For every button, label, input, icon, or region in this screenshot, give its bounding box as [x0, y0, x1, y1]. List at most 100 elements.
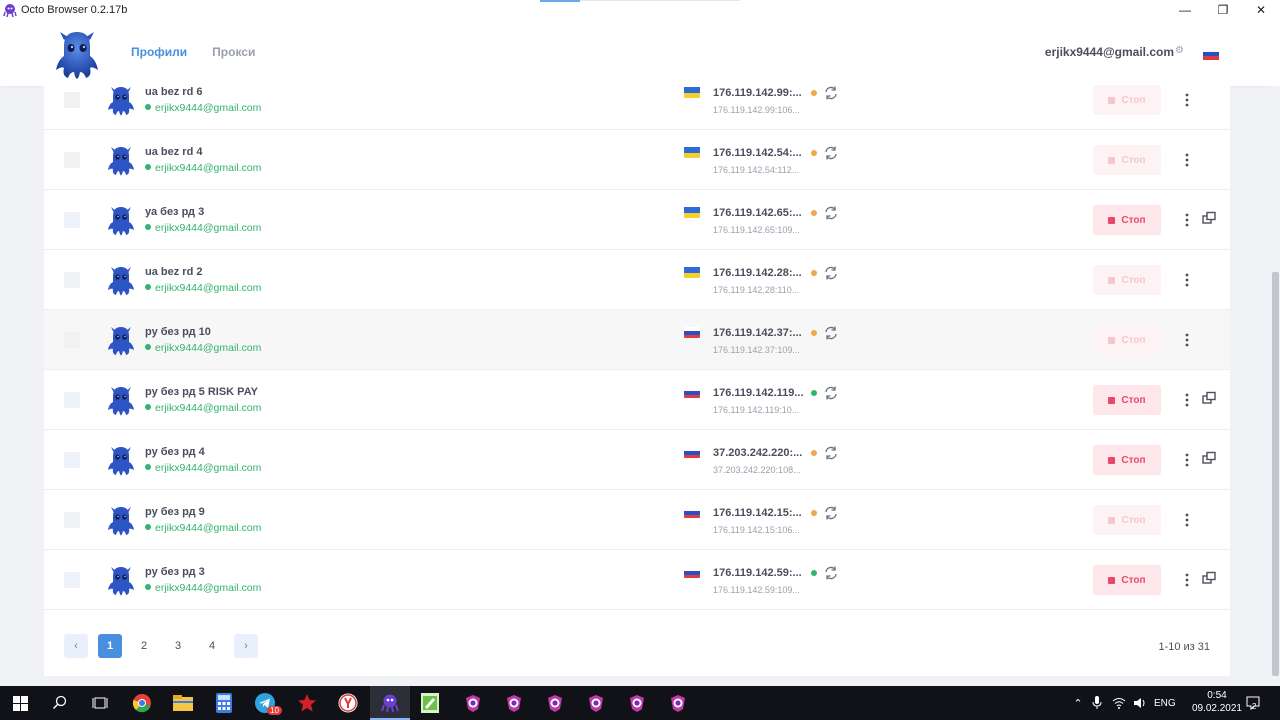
more-options-icon[interactable] [1180, 272, 1194, 288]
octo-profile-window-taskbar-icon[interactable] [453, 686, 493, 720]
profile-row[interactable]: ua bez rd 2 erjikx9444@gmail.com 176.119.1… [44, 250, 1230, 310]
profile-row[interactable]: ру без рд 5 RISK PAY erjikx9444@gmail.com… [44, 370, 1230, 430]
page-4-button[interactable]: 4 [200, 634, 224, 658]
more-options-icon[interactable] [1180, 512, 1194, 528]
scrollbar[interactable] [1270, 86, 1280, 676]
proxy-address[interactable]: 176.119.142.37:... [713, 327, 802, 339]
page-1-button[interactable]: 1 [98, 634, 122, 658]
proxy-address[interactable]: 176.119.142.54:... [713, 147, 802, 159]
refresh-icon[interactable] [823, 85, 839, 101]
more-options-icon[interactable] [1180, 152, 1194, 168]
profile-name[interactable]: ру без рд 5 RISK PAY [145, 386, 258, 398]
profile-name[interactable]: ua bez rd 4 [145, 146, 202, 158]
more-options-icon[interactable] [1180, 332, 1194, 348]
stop-button[interactable]: Стоп [1093, 565, 1161, 595]
more-options-icon[interactable] [1180, 392, 1194, 408]
proxy-address[interactable]: 176.119.142.99:... [713, 87, 802, 99]
row-checkbox[interactable] [64, 92, 80, 108]
scrollbar-thumb[interactable] [1272, 272, 1279, 676]
octo-browser-taskbar-icon[interactable] [370, 686, 410, 720]
yandex-taskbar-icon[interactable] [328, 686, 368, 720]
start-button[interactable] [0, 686, 40, 720]
row-checkbox[interactable] [64, 212, 80, 228]
row-checkbox[interactable] [64, 392, 80, 408]
nav-proxies-tab[interactable]: Прокси [212, 45, 255, 59]
octo-profile-window-taskbar-icon[interactable] [494, 686, 534, 720]
refresh-icon[interactable] [823, 325, 839, 341]
gear-icon[interactable]: ⚙ [1175, 45, 1184, 56]
more-options-icon[interactable] [1180, 92, 1194, 108]
stop-button[interactable]: Стоп [1093, 385, 1161, 415]
profile-name[interactable]: ua bez rd 6 [145, 86, 202, 98]
row-checkbox[interactable] [64, 152, 80, 168]
page-2-button[interactable]: 2 [132, 634, 156, 658]
bring-to-front-icon[interactable] [1202, 391, 1216, 405]
refresh-icon[interactable] [823, 265, 839, 281]
stop-button[interactable]: Стоп [1093, 145, 1161, 175]
row-checkbox[interactable] [64, 572, 80, 588]
profile-name[interactable]: ру без рд 4 [145, 446, 205, 458]
microphone-tray[interactable] [1092, 686, 1102, 720]
stop-button[interactable]: Стоп [1093, 265, 1161, 295]
octo-profile-window-taskbar-icon[interactable] [535, 686, 575, 720]
row-checkbox[interactable] [64, 332, 80, 348]
profile-row[interactable]: ру без рд 4 erjikx9444@gmail.com 37.203.24… [44, 430, 1230, 490]
notepad-taskbar-icon[interactable] [410, 686, 450, 720]
profile-name[interactable]: ру без рд 3 [145, 566, 205, 578]
next-page-button[interactable]: › [234, 634, 258, 658]
stop-button[interactable]: Стоп [1093, 445, 1161, 475]
language-flag-icon[interactable] [1203, 48, 1219, 60]
action-center-button[interactable]: 2 [1246, 686, 1260, 720]
more-options-icon[interactable] [1180, 212, 1194, 228]
row-checkbox[interactable] [64, 452, 80, 468]
profile-row[interactable]: уа без рд 3 erjikx9444@gmail.com 176.119.1… [44, 190, 1230, 250]
minimize-button[interactable]: — [1166, 0, 1204, 20]
bring-to-front-icon[interactable] [1202, 451, 1216, 465]
refresh-icon[interactable] [823, 205, 839, 221]
profile-row[interactable]: ua bez rd 4 erjikx9444@gmail.com 176.119.1… [44, 130, 1230, 190]
search-button[interactable] [40, 686, 80, 720]
refresh-icon[interactable] [823, 385, 839, 401]
chevron-up-icon[interactable]: ⌃ [1071, 697, 1085, 710]
maximize-button[interactable]: ❐ [1204, 0, 1242, 20]
profile-name[interactable]: ру без рд 10 [145, 326, 211, 338]
row-checkbox[interactable] [64, 272, 80, 288]
calculator-taskbar-icon[interactable] [204, 686, 244, 720]
profile-name[interactable]: ua bez rd 2 [145, 266, 202, 278]
stop-button[interactable]: Стоп [1093, 505, 1161, 535]
language-indicator[interactable]: ENG [1154, 686, 1176, 720]
stop-button[interactable]: Стоп [1093, 325, 1161, 355]
more-options-icon[interactable] [1180, 452, 1194, 468]
octo-profile-window-taskbar-icon[interactable] [617, 686, 657, 720]
proxy-address[interactable]: 176.119.142.15:... [713, 507, 802, 519]
clock[interactable]: 0:54 09.02.2021 [1192, 689, 1242, 715]
profile-row[interactable]: ua bez rd 6 erjikx9444@gmail.com 176.119.1… [44, 70, 1230, 130]
stop-button[interactable]: Стоп [1093, 205, 1161, 235]
proxy-address[interactable]: 176.119.142.119... [713, 387, 804, 399]
stop-button[interactable]: Стоп [1093, 85, 1161, 115]
file-explorer-taskbar-icon[interactable] [163, 686, 203, 720]
refresh-icon[interactable] [823, 505, 839, 521]
user-email[interactable]: erjikx9444@gmail.com [1045, 45, 1174, 59]
close-button[interactable]: ✕ [1242, 0, 1280, 20]
octo-profile-window-taskbar-icon[interactable] [658, 686, 698, 720]
refresh-icon[interactable] [823, 565, 839, 581]
task-view-button[interactable] [80, 686, 120, 720]
bring-to-front-icon[interactable] [1202, 571, 1216, 585]
proxy-address[interactable]: 176.119.142.28:... [713, 267, 802, 279]
profile-row[interactable]: ру без рд 10 erjikx9444@gmail.com 176.119.… [44, 310, 1230, 370]
telegram-taskbar-icon[interactable]: 10 [245, 686, 285, 720]
profile-row[interactable]: ру без рд 9 erjikx9444@gmail.com 176.119.1… [44, 490, 1230, 550]
page-3-button[interactable]: 3 [166, 634, 190, 658]
prev-page-button[interactable]: ‹ [64, 634, 88, 658]
row-checkbox[interactable] [64, 512, 80, 528]
nav-profiles-tab[interactable]: Профили [131, 45, 187, 59]
proxy-address[interactable]: 176.119.142.59:... [713, 567, 802, 579]
chrome-taskbar-icon[interactable] [122, 686, 162, 720]
profile-name[interactable]: ру без рд 9 [145, 506, 205, 518]
volume-tray[interactable] [1133, 686, 1147, 720]
proxy-address[interactable]: 176.119.142.65:... [713, 207, 802, 219]
profile-name[interactable]: уа без рд 3 [145, 206, 204, 218]
network-tray[interactable] [1112, 686, 1126, 720]
refresh-icon[interactable] [823, 145, 839, 161]
